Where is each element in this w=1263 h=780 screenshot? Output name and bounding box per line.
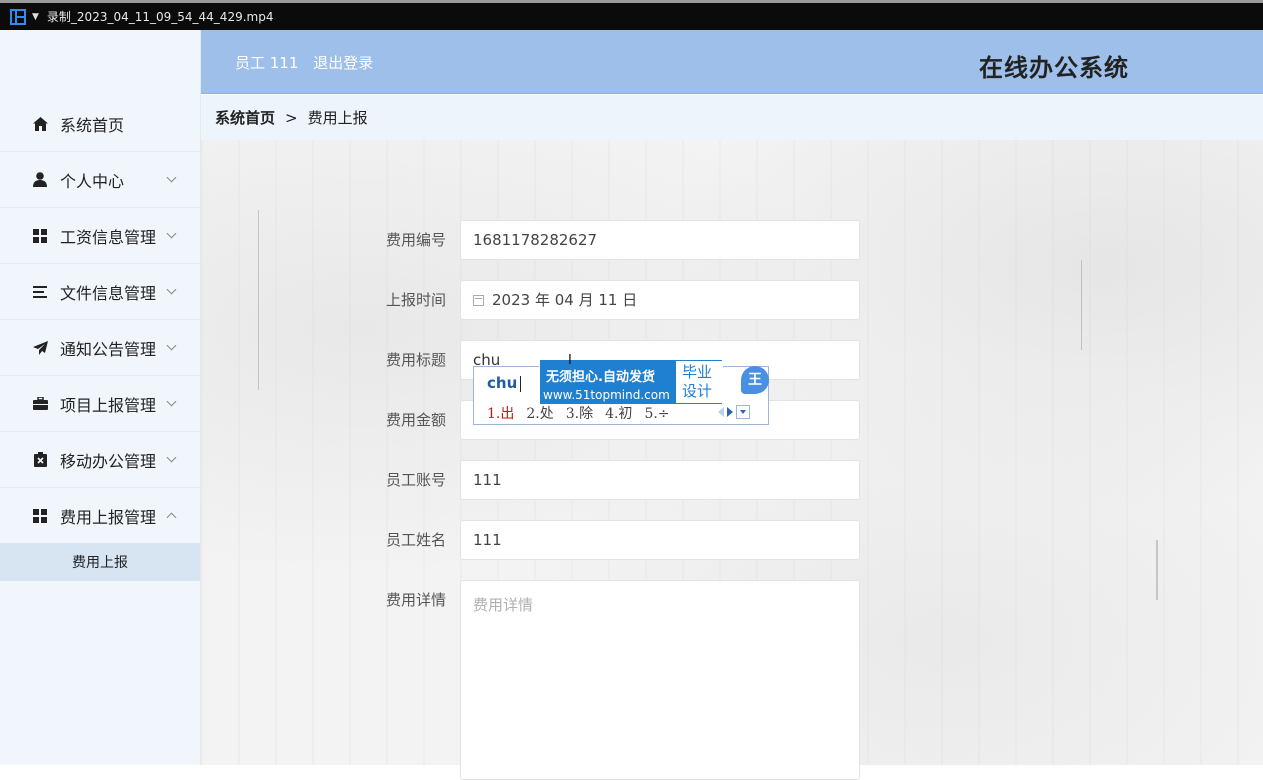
- clipboard-icon: [32, 452, 48, 468]
- grid-icon: [32, 228, 48, 244]
- user-icon: [32, 172, 48, 188]
- window-title: 录制_2023_04_11_09_54_44_429.mp4: [46, 10, 274, 24]
- ime-candidate[interactable]: 5.÷: [644, 406, 669, 422]
- fee-no-input[interactable]: 1681178282627: [460, 220, 860, 260]
- grid-icon: [32, 508, 48, 524]
- form-row-staff-name: 员工姓名 111: [386, 520, 860, 560]
- ime-logo-icon[interactable]: 王: [741, 366, 769, 394]
- main-content: 费用编号 1681178282627 上报时间 2023 年 04 月 11 日…: [201, 140, 1263, 780]
- ime-candidate[interactable]: 1.出: [487, 406, 514, 422]
- chevron-down-icon: [166, 452, 177, 463]
- chevron-down-icon: [166, 340, 177, 351]
- sidebar: 系统首页 个人中心 工资信息管理 文件信息管理 通知公告管理 项目上报管理 移动…: [0, 30, 201, 765]
- staff-account-input[interactable]: 111: [460, 460, 860, 500]
- briefcase-icon: [32, 396, 48, 412]
- report-time-picker[interactable]: 2023 年 04 月 11 日: [460, 280, 860, 320]
- sidebar-item-label: 个人中心: [60, 171, 125, 191]
- chevron-down-icon: [166, 396, 177, 407]
- breadcrumb-current: 费用上报: [307, 109, 368, 127]
- staff-name-input[interactable]: 111: [460, 520, 860, 560]
- expand-icon[interactable]: [736, 405, 750, 419]
- fee-detail-textarea[interactable]: 费用详情: [460, 580, 860, 780]
- ad-box: 毕业 设计: [676, 361, 722, 403]
- text-cursor-icon: I: [568, 353, 572, 368]
- form-row-fee-detail: 费用详情 费用详情: [386, 580, 860, 780]
- next-page-icon[interactable]: [727, 407, 733, 417]
- fee-no-label: 费用编号: [386, 231, 447, 249]
- sidebar-item-label: 移动办公管理: [60, 451, 157, 471]
- sidebar-item-mobile-office[interactable]: 移动办公管理: [0, 432, 200, 488]
- user-label: 员工 111: [235, 54, 299, 72]
- sidebar-item-label: 通知公告管理: [60, 339, 157, 359]
- list-icon: [32, 284, 48, 300]
- app-icon[interactable]: [10, 8, 26, 25]
- user-info: 员工 111 退出登录: [235, 52, 383, 73]
- sidebar-item-label: 工资信息管理: [60, 227, 157, 247]
- ime-pager: [718, 405, 750, 419]
- breadcrumb-home[interactable]: 系统首页: [215, 107, 275, 128]
- sidebar-item-label: 系统首页: [60, 115, 125, 135]
- staff-account-label: 员工账号: [386, 471, 447, 489]
- sidebar-item-salary[interactable]: 工资信息管理: [0, 208, 200, 264]
- staff-name-label: 员工姓名: [386, 531, 447, 549]
- prev-page-icon[interactable]: [718, 407, 724, 417]
- ad-line1: 无须担心.自动发货: [546, 370, 655, 385]
- sidebar-item-home[interactable]: 系统首页: [0, 96, 200, 152]
- sidebar-item-expense[interactable]: 费用上报管理: [0, 488, 200, 544]
- ime-candidate[interactable]: 2.处: [526, 406, 553, 422]
- system-title: 在线办公系统: [979, 54, 1129, 82]
- sidebar-item-files[interactable]: 文件信息管理: [0, 264, 200, 320]
- breadcrumb: 系统首页 > 费用上报: [201, 95, 1263, 140]
- sidebar-item-label: 费用上报管理: [60, 507, 157, 527]
- report-time-value: 2023 年 04 月 11 日: [492, 291, 638, 309]
- logout-link[interactable]: 退出登录: [313, 54, 373, 72]
- chevron-down-icon: [166, 172, 177, 183]
- dropdown-caret-icon[interactable]: ▼: [32, 12, 39, 22]
- sidebar-subitem-expense-report[interactable]: 费用上报: [0, 543, 200, 581]
- breadcrumb-separator: >: [285, 108, 298, 127]
- chevron-up-icon: [166, 512, 177, 523]
- calendar-icon: [473, 295, 484, 306]
- top-header: 员工 111 退出登录 在线办公系统: [201, 30, 1263, 94]
- form-row-staff-account: 员工账号 111: [386, 460, 860, 500]
- home-icon: [32, 116, 48, 132]
- form-row-fee-no: 费用编号 1681178282627: [386, 220, 860, 260]
- ad-line2: www.51topmind.com: [543, 388, 670, 402]
- ime-candidate-list: 1.出 2.处 3.除 4.初 5.÷: [487, 403, 682, 423]
- form-row-report-time: 上报时间 2023 年 04 月 11 日: [386, 280, 860, 320]
- fee-detail-label: 费用详情: [386, 591, 447, 609]
- chevron-down-icon: [166, 228, 177, 239]
- sidebar-item-projects[interactable]: 项目上报管理: [0, 376, 200, 432]
- report-time-label: 上报时间: [386, 291, 447, 309]
- ime-composition: chu: [487, 374, 522, 392]
- ime-candidate[interactable]: 4.初: [605, 406, 632, 422]
- sidebar-item-label: 文件信息管理: [60, 283, 157, 303]
- chevron-down-icon: [166, 284, 177, 295]
- sidebar-item-personal-center[interactable]: 个人中心: [0, 152, 200, 208]
- ime-candidate[interactable]: 3.除: [566, 406, 593, 422]
- send-icon: [32, 340, 48, 356]
- fee-title-label: 费用标题: [386, 351, 447, 369]
- ime-ad-banner[interactable]: 无须担心.自动发货 www.51topmind.com 毕业 设计: [539, 359, 723, 405]
- sidebar-item-notices[interactable]: 通知公告管理: [0, 320, 200, 376]
- sidebar-item-label: 项目上报管理: [60, 395, 157, 415]
- window-titlebar: ▼ 录制_2023_04_11_09_54_44_429.mp4: [0, 0, 1263, 30]
- fee-amount-label: 费用金额: [386, 411, 447, 429]
